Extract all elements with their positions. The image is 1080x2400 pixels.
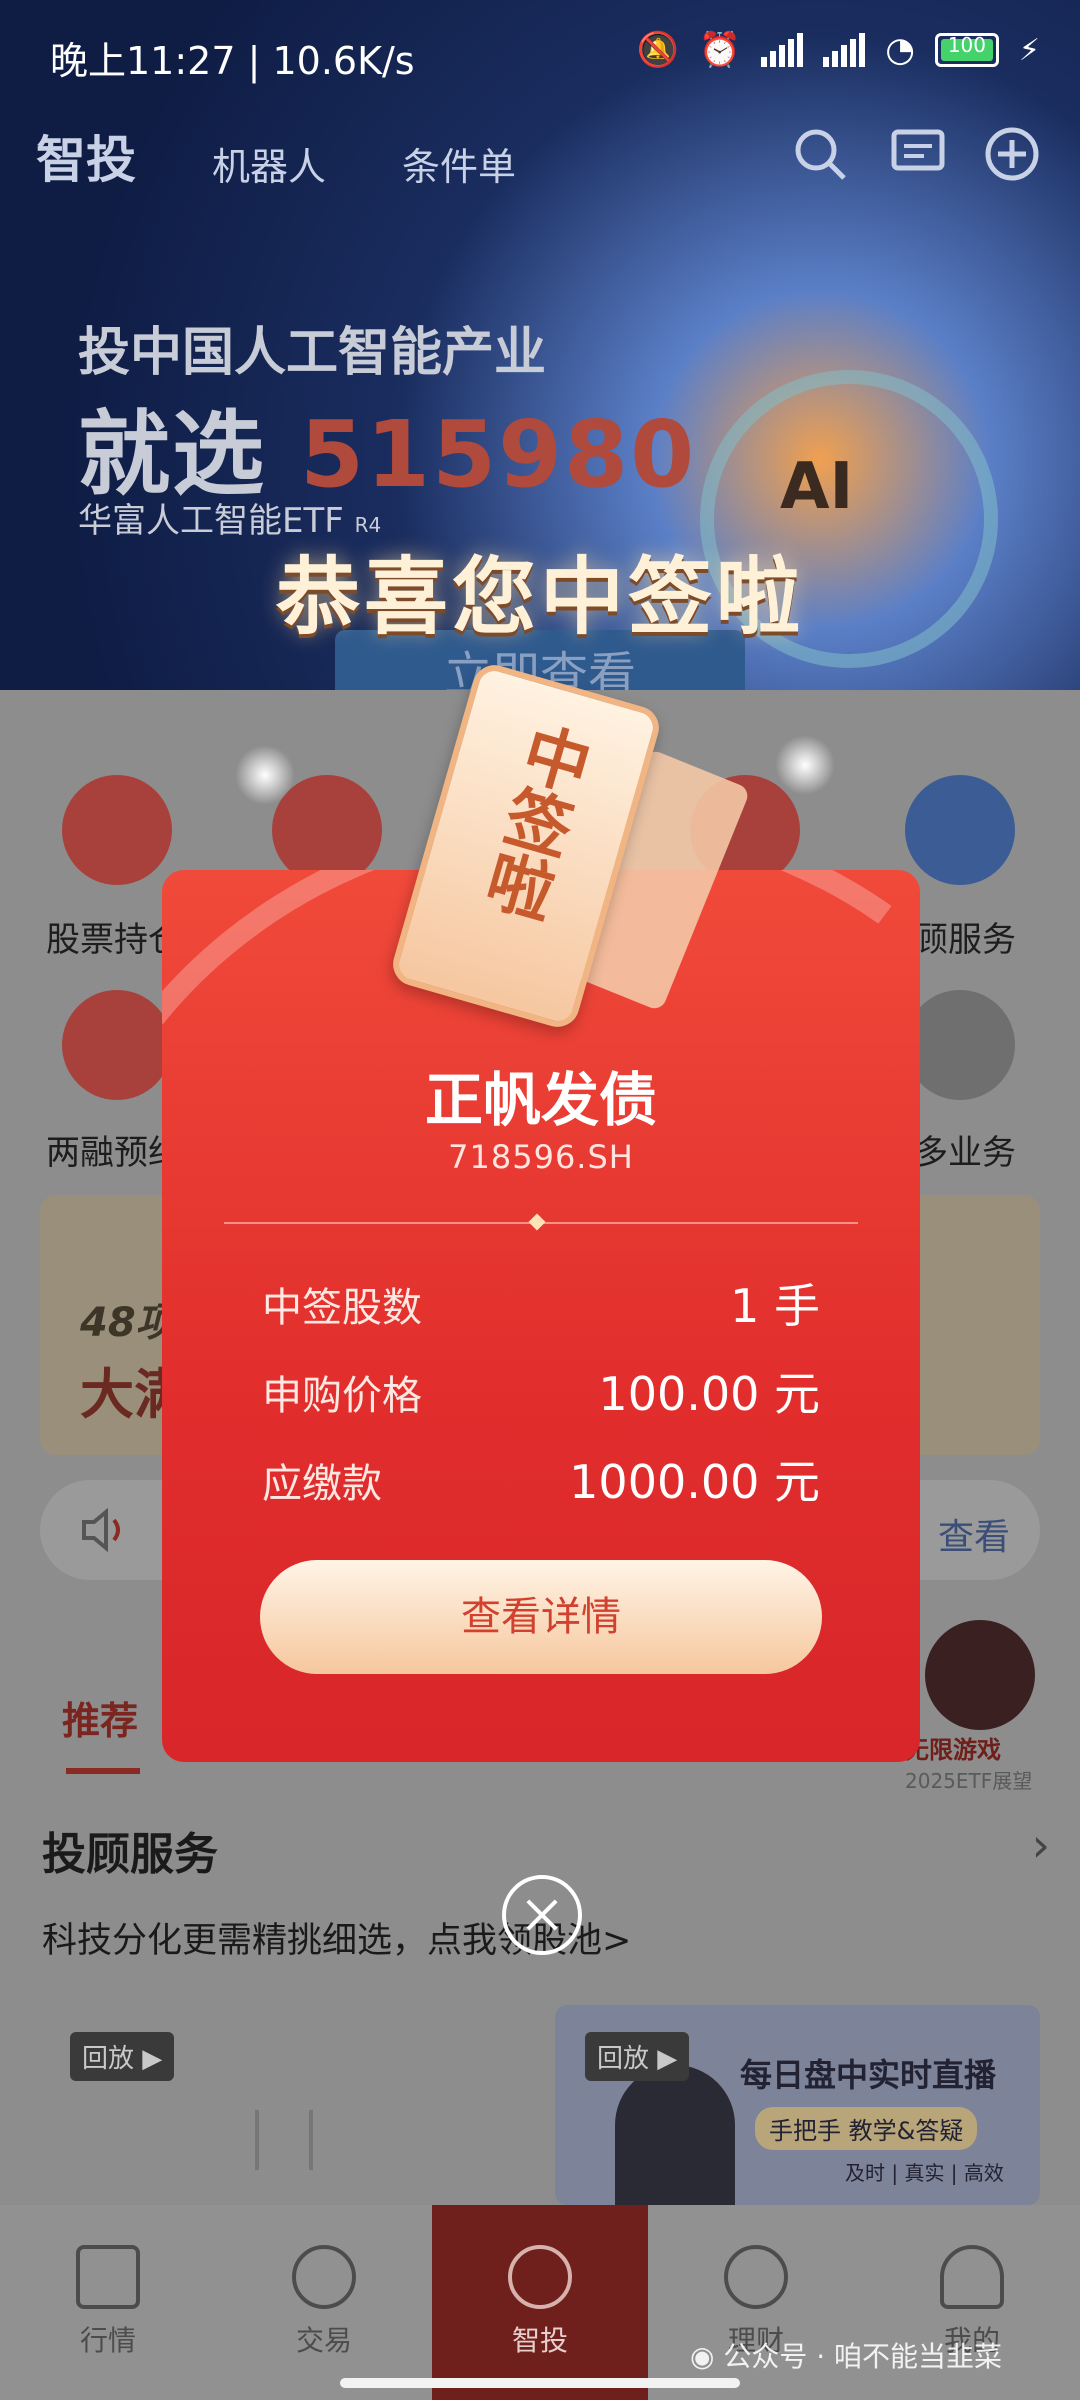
sparkle-decoration — [770, 730, 840, 800]
game-title: 无限游戏 — [905, 1736, 1001, 1764]
tab-smart-invest[interactable]: 智投 — [36, 120, 136, 192]
nav-trade[interactable]: 交易 — [216, 2205, 432, 2400]
chevron-right-icon[interactable]: › — [1032, 1818, 1050, 1872]
search-icon[interactable] — [792, 126, 848, 182]
message-icon[interactable] — [890, 126, 946, 182]
congrats-headline: 恭喜您中签啦 — [275, 548, 804, 646]
row-label-payment: 应缴款 — [262, 1461, 382, 1507]
game-disc-icon — [925, 1620, 1035, 1730]
banner-headline: 投中国人工智能产业 — [78, 323, 547, 383]
signal-icon — [761, 33, 804, 67]
top-nav: 智投 机器人 条件单 — [0, 120, 1080, 200]
bond-code: 718596.SH — [448, 1138, 634, 1176]
status-bar: 晚上11:27 | 10.6K/s 🔕 ⏰ ◔ 100 ⚡ — [0, 0, 1080, 110]
row-value-payment: 1000.00 元 — [569, 1455, 820, 1509]
nav-market[interactable]: 行情 — [0, 2205, 216, 2400]
loading-logo-icon — [255, 2110, 313, 2170]
tab-recommend[interactable]: 推荐 — [62, 1690, 138, 1745]
notice-view-link[interactable]: 查看 — [938, 1508, 1010, 1560]
view-details-button[interactable]: 查看详情 — [260, 1560, 822, 1674]
presenter-avatar — [615, 2065, 735, 2205]
nav-smart-invest[interactable]: 智投 — [432, 2205, 648, 2400]
section-title: 投顾服务 — [42, 1829, 218, 1880]
home-indicator[interactable] — [340, 2378, 740, 2388]
rong-icon[interactable] — [62, 990, 172, 1100]
wifi-icon: ◔ — [885, 30, 915, 70]
game-thumbnail[interactable]: 无限游戏 2025ETF展望 — [905, 1620, 1040, 1793]
grid-icon[interactable] — [905, 990, 1015, 1100]
trade-icon — [292, 2245, 356, 2309]
market-icon — [76, 2245, 140, 2309]
tab-robot[interactable]: 机器人 — [212, 136, 326, 191]
row-value-price: 100.00 元 — [598, 1367, 820, 1421]
finance-icon — [724, 2245, 788, 2309]
speaker-icon — [82, 1508, 120, 1552]
sparkle-decoration — [230, 740, 300, 810]
plus-circle-icon[interactable] — [984, 126, 1040, 182]
charging-icon: ⚡ — [1018, 32, 1040, 68]
status-icons: 🔕 ⏰ ◔ 100 ⚡ — [637, 30, 1040, 70]
wechat-icon: ◉ — [690, 2340, 715, 2373]
live-points: 及时 | 真实 | 高效 — [845, 2161, 1004, 2185]
signal-icon-2 — [823, 33, 866, 67]
smart-invest-icon — [508, 2245, 572, 2309]
stock-holdings-icon[interactable] — [62, 775, 172, 885]
watermark: ◉ 公众号 · 咱不能当韭菜 — [690, 2340, 1003, 2373]
ai-badge: AI — [780, 450, 854, 524]
profile-icon — [940, 2245, 1004, 2309]
replay-badge: 回放 ▶ — [70, 2032, 175, 2081]
row-label-shares: 中签股数 — [262, 1285, 422, 1331]
banner-fund-code: 515980 — [300, 401, 697, 508]
tab-conditional-order[interactable]: 条件单 — [402, 136, 516, 191]
tab-active-indicator — [66, 1768, 140, 1774]
battery-icon: 100 — [934, 33, 999, 67]
bond-name: 正帆发债 — [424, 1066, 657, 1134]
row-value-shares: 1 手 — [730, 1279, 820, 1333]
live-title: 每日盘中实时直播 — [740, 2056, 997, 2094]
mute-bell-icon: 🔕 — [636, 30, 679, 70]
replay-badge-2: 回放 ▶ — [585, 2032, 690, 2081]
game-subtitle: 2025ETF展望 — [905, 1769, 1033, 1793]
alarm-icon: ⏰ — [698, 30, 742, 70]
close-icon[interactable] — [502, 1875, 582, 1955]
status-time: 晚上11:27 | 10.6K/s — [50, 39, 415, 83]
row-label-price: 申购价格 — [262, 1373, 422, 1419]
live-tag: 手把手 教学&答疑 — [755, 2107, 978, 2150]
tv-icon[interactable] — [905, 775, 1015, 885]
